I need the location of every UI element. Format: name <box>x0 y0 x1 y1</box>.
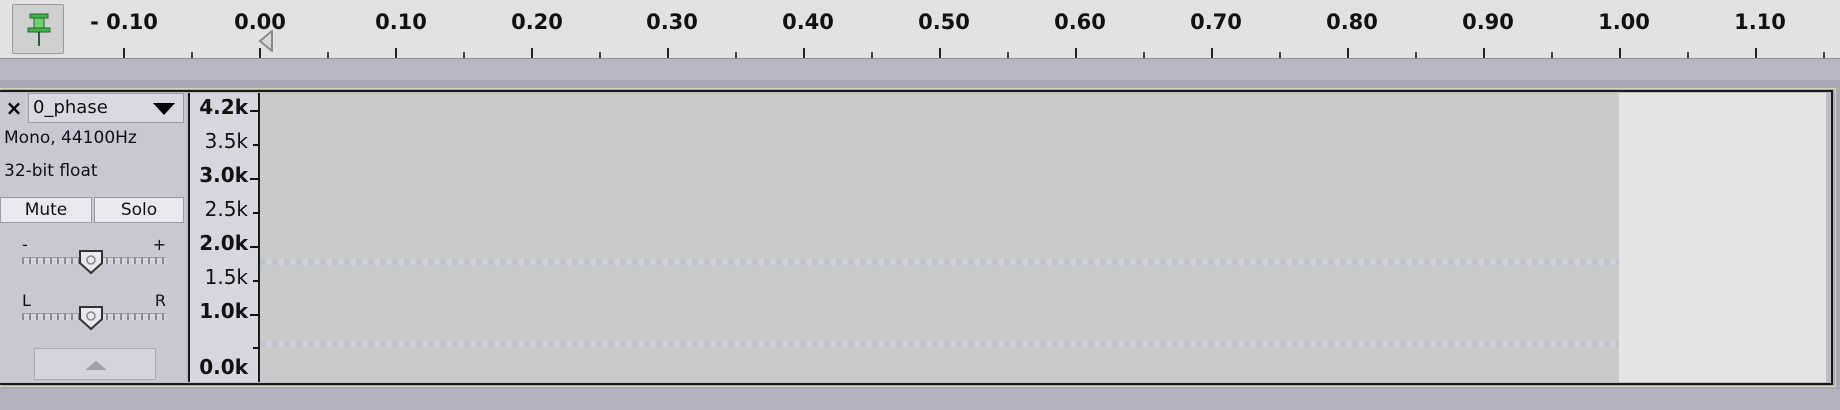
track-name-menu[interactable]: 0_phase <box>28 93 184 123</box>
ruler-tick-label: 0.10 <box>375 10 427 34</box>
ruler-major-tick <box>531 48 533 58</box>
ruler-minor-tick <box>327 52 329 58</box>
ruler-major-tick <box>1075 48 1077 58</box>
ruler-minor-tick <box>1687 52 1689 58</box>
ruler-minor-tick <box>1007 52 1009 58</box>
ruler-major-tick <box>395 48 397 58</box>
ruler-major-tick <box>1755 48 1757 58</box>
ruler-tick-label: 0.90 <box>1462 10 1514 34</box>
frequency-tick <box>250 314 258 316</box>
track-bit-depth-text: 32-bit float <box>4 161 98 181</box>
ruler-tick-label: 0.80 <box>1326 10 1378 34</box>
close-track-button[interactable]: × <box>0 93 28 123</box>
gain-slider[interactable]: - + <box>20 235 168 275</box>
ruler-minor-tick <box>463 52 465 58</box>
gain-plus-label: + <box>152 235 166 254</box>
ruler-tick-label: 1.10 <box>1734 10 1786 34</box>
ruler-major-tick <box>1483 48 1485 58</box>
ruler-minor-tick <box>735 52 737 58</box>
ruler-minor-tick <box>191 52 193 58</box>
ruler-minor-tick <box>1551 52 1553 58</box>
ruler-major-tick <box>1619 48 1621 58</box>
ruler-minor-tick <box>1279 52 1281 58</box>
ruler-bar[interactable]: - 0.10 0.00 0.10 0.20 0.30 0.40 0.50 0.6… <box>0 0 1840 59</box>
tracks-bottom-area[interactable] <box>0 389 1840 410</box>
timeline-ruler[interactable]: - 0.10 0.00 0.10 0.20 0.30 0.40 0.50 0.6… <box>0 0 1840 80</box>
ruler-minor-tick <box>1823 52 1825 58</box>
ruler-minor-tick <box>871 52 873 58</box>
gain-minus-label: - <box>22 235 28 254</box>
ruler-tick-label: 1.00 <box>1598 10 1650 34</box>
frequency-label: 4.2k <box>199 95 248 119</box>
frequency-tick <box>250 178 258 180</box>
frequency-label: 3.0k <box>199 163 248 187</box>
ruler-minor-tick <box>1415 52 1417 58</box>
collapse-arrow-icon <box>85 361 107 370</box>
mute-button[interactable]: Mute <box>0 197 92 223</box>
frequency-label: 2.0k <box>199 231 248 255</box>
ruler-major-tick <box>1211 48 1213 58</box>
frequency-label: 0.0k <box>199 355 248 379</box>
ruler-major-tick <box>123 48 125 58</box>
ruler-minor-tick <box>1143 52 1145 58</box>
pinned-play-head-button[interactable] <box>12 4 64 54</box>
ruler-major-tick <box>1347 48 1349 58</box>
frequency-label: 1.5k <box>204 265 248 289</box>
frequency-label: 1.0k <box>199 299 248 323</box>
collapse-track-button[interactable] <box>34 348 156 380</box>
ruler-major-tick <box>803 48 805 58</box>
gain-slider-thumb-icon[interactable] <box>78 249 104 279</box>
ruler-tick-label: 0.30 <box>646 10 698 34</box>
ruler-tick-label: 0.20 <box>511 10 563 34</box>
frequency-tick <box>250 110 258 112</box>
play-head-marker-icon <box>258 28 274 56</box>
track-name: 0_phase <box>33 97 108 118</box>
pan-right-label: R <box>154 291 166 310</box>
ruler-tick-label: 0.70 <box>1190 10 1242 34</box>
chevron-down-icon <box>153 103 175 115</box>
track-control-panel: × 0_phase Mono, 44100Hz 32-bit float Mut… <box>0 93 186 382</box>
frequency-label: 2.5k <box>204 197 248 221</box>
ruler-minor-tick <box>599 52 601 58</box>
ruler-major-tick <box>667 48 669 58</box>
spectrogram-band <box>260 341 1619 347</box>
ruler-tick-label: 0.50 <box>918 10 970 34</box>
ruler-scrub-strip[interactable] <box>0 59 1840 80</box>
spectrogram-band <box>260 259 1619 265</box>
ruler-major-tick <box>939 48 941 58</box>
spectrogram-view[interactable] <box>258 93 1619 382</box>
ruler-tick-label: 0.60 <box>1054 10 1106 34</box>
frequency-label: 3.5k <box>204 129 248 153</box>
frequency-scale[interactable]: 4.2k 3.5k 3.0k 2.5k 2.0k 1.5k 1.0k 0.0k <box>188 93 258 382</box>
frequency-tick <box>250 246 258 248</box>
track-format-text: Mono, 44100Hz <box>4 128 137 148</box>
pan-left-label: L <box>22 291 31 310</box>
pan-slider[interactable]: L R <box>20 291 168 331</box>
ruler-tick-label: - 0.10 <box>90 10 158 34</box>
ruler-tick-label: 0.40 <box>782 10 834 34</box>
track-empty-area[interactable] <box>1619 93 1826 382</box>
pan-slider-thumb-icon[interactable] <box>78 305 104 335</box>
solo-button[interactable]: Solo <box>94 197 184 223</box>
